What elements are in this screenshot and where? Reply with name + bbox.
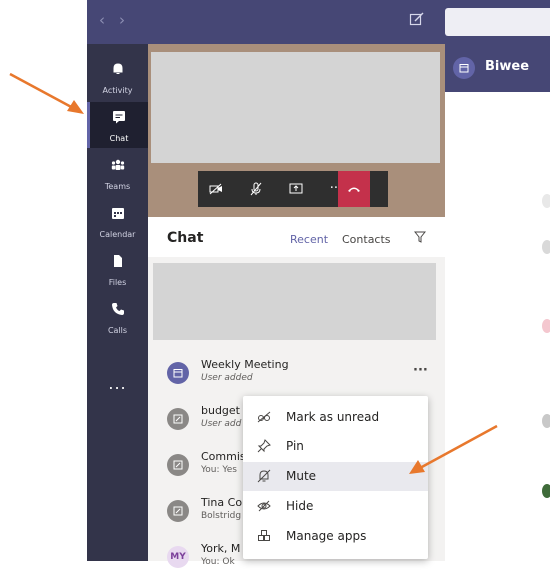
mute-bell-icon	[257, 469, 271, 483]
rail-item-calendar[interactable]: Calendar	[87, 198, 148, 244]
filter-icon[interactable]	[414, 231, 426, 243]
meeting-avatar	[167, 362, 189, 384]
meeting-avatar	[453, 57, 475, 79]
rail-label: Chat	[109, 134, 129, 143]
bell-icon	[113, 63, 122, 74]
meeting-header: Biwee	[445, 44, 550, 92]
avatar: MY	[167, 546, 189, 568]
conversation-preview: Bolstridg	[201, 511, 242, 521]
app-bar: Activity Chat Teams Calendar Files Calls…	[87, 44, 148, 561]
share-screen-icon	[289, 183, 303, 194]
message-avatar	[542, 484, 550, 498]
chevron-right-icon[interactable]: ›	[119, 11, 139, 29]
camera-off-button[interactable]	[200, 171, 232, 207]
chevron-left-icon[interactable]: ‹	[99, 11, 119, 29]
history-nav: ‹›	[99, 11, 139, 29]
tab-recent[interactable]: Recent	[290, 233, 328, 246]
menu-item-label: Hide	[286, 499, 314, 513]
conversation-preview: User added	[201, 373, 253, 383]
more-apps-button[interactable]: ...	[87, 374, 148, 393]
conversation-name: York, M	[201, 542, 241, 555]
menu-item-pin[interactable]: Pin	[243, 432, 428, 461]
more-options-button[interactable]: ···	[413, 363, 428, 378]
rail-item-activity[interactable]: Activity	[87, 54, 148, 100]
calendar-icon	[173, 369, 183, 378]
hang-up-icon	[348, 187, 360, 192]
hang-up-button[interactable]	[338, 171, 370, 207]
conversation-name: Weekly Meeting	[201, 358, 289, 371]
camera-off-icon	[209, 183, 222, 195]
conversation-name: Commis	[201, 450, 246, 463]
menu-item-label: Mark as unread	[286, 410, 380, 424]
calendar-icon	[459, 64, 469, 73]
menu-item-hide[interactable]: Hide	[243, 492, 428, 521]
chat-header: Chat Recent Contacts	[148, 217, 445, 257]
compose-icon[interactable]	[409, 11, 425, 27]
hide-eye-icon	[257, 500, 271, 512]
menu-item-manage-apps[interactable]: Manage apps	[243, 522, 428, 551]
rail-label: Calls	[107, 326, 128, 335]
teams-icon	[111, 159, 124, 170]
group-avatar	[167, 500, 189, 522]
menu-item-label: Pin	[286, 439, 304, 453]
redacted-area	[151, 52, 440, 163]
rail-item-calls[interactable]: Calls	[87, 294, 148, 340]
rail-label: Teams	[104, 182, 131, 191]
menu-item-label: Mute	[286, 469, 317, 483]
conversation-name: Tina Co	[201, 496, 243, 509]
meeting-title: Biwee	[485, 59, 530, 74]
conversation-preview: User add	[201, 419, 242, 429]
arrow-to-chat	[9, 72, 84, 114]
group-avatar	[167, 408, 189, 430]
rail-item-teams[interactable]: Teams	[87, 150, 148, 196]
message-avatar	[542, 414, 550, 428]
chat-title: Chat	[167, 230, 204, 246]
rail-item-chat[interactable]: Chat	[87, 102, 148, 148]
redacted-area	[153, 263, 436, 340]
mute-mic-button[interactable]	[240, 171, 272, 207]
group-avatar	[167, 454, 189, 476]
video-preview: ···	[148, 44, 445, 217]
rail-label: Calendar	[99, 230, 136, 239]
message-avatar	[542, 319, 550, 333]
calendar-icon	[111, 208, 124, 219]
rail-item-files[interactable]: Files	[87, 246, 148, 292]
message-avatar	[542, 194, 550, 208]
title-bar: ‹›	[87, 0, 550, 44]
menu-item-mute[interactable]: Mute	[243, 462, 428, 491]
rail-label: Files	[108, 278, 127, 287]
pin-icon	[257, 439, 271, 453]
mic-off-icon	[250, 182, 262, 196]
conversation-pane: Biwee	[445, 44, 550, 561]
share-screen-button[interactable]	[280, 171, 312, 207]
group-chat-icon	[173, 506, 183, 516]
group-chat-icon	[173, 414, 183, 424]
phone-icon	[111, 303, 124, 315]
glasses-icon	[257, 411, 271, 423]
menu-item-mark-unread[interactable]: Mark as unread	[243, 403, 428, 432]
apps-icon	[258, 530, 270, 541]
file-icon	[113, 255, 122, 267]
search-input[interactable]	[445, 8, 550, 36]
group-chat-icon	[173, 460, 183, 470]
chat-icon	[113, 111, 125, 124]
list-item[interactable]: Weekly Meeting User added ···	[148, 351, 445, 397]
context-menu: Mark as unread Pin Mute Hide Manage apps	[243, 396, 428, 559]
rail-label: Activity	[102, 86, 133, 95]
menu-item-label: Manage apps	[286, 529, 367, 543]
conversation-preview: You: Yes	[201, 465, 237, 475]
conversation-name: budget	[201, 404, 240, 417]
conversation-preview: You: Ok	[201, 557, 235, 567]
message-avatar	[542, 240, 550, 254]
tab-contacts[interactable]: Contacts	[342, 233, 391, 246]
